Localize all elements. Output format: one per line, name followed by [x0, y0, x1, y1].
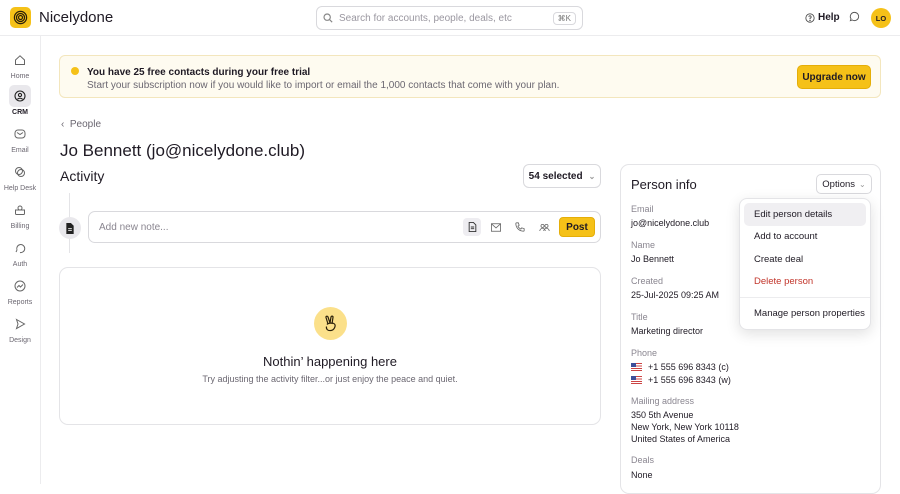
note-input[interactable]: Add new note...: [99, 222, 457, 233]
phone-label: Phone: [631, 348, 658, 358]
menu-manage-properties[interactable]: Manage person properties: [744, 302, 866, 325]
page-title: Jo Bennett (jo@nicelydone.club): [60, 141, 306, 160]
created-label: Created: [631, 276, 664, 286]
home-icon: [9, 49, 31, 71]
filter-value: 54 selected: [528, 170, 583, 182]
empty-text: Try adjusting the activity filter...or j…: [202, 374, 458, 384]
menu-edit-person[interactable]: Edit person details: [744, 203, 866, 226]
phone-value: +1 555 696 8343 (c): [648, 362, 729, 372]
sidebar-item-help-desk[interactable]: Help Desk: [0, 161, 40, 192]
banner-text: Start your subscription now if you would…: [87, 80, 560, 91]
breadcrumb-people[interactable]: ‹ People: [61, 119, 101, 130]
email-label: Email: [631, 204, 654, 214]
chat-icon[interactable]: [849, 11, 860, 25]
crm-icon: [9, 85, 31, 107]
menu-delete-person[interactable]: Delete person: [744, 271, 866, 294]
trial-banner: You have 25 free contacts during your fr…: [59, 55, 881, 98]
deals-label: Deals: [631, 455, 655, 465]
billing-icon: [9, 199, 31, 221]
us-flag-icon: [631, 376, 642, 384]
person-info-title: Person info: [631, 177, 697, 192]
title-label: Title: [631, 312, 648, 322]
note-icon[interactable]: [463, 218, 481, 236]
chevron-down-icon: ⌄: [588, 171, 596, 181]
note-composer: Add new note... Post: [88, 211, 601, 243]
name-label: Name: [631, 240, 656, 250]
address-line-2: New York, New York 10118: [631, 422, 739, 432]
phone-work[interactable]: +1 555 696 8343 (w): [631, 374, 731, 386]
sidebar-label: Help Desk: [3, 185, 37, 192]
email-icon[interactable]: [487, 218, 505, 236]
phone-value: +1 555 696 8343 (w): [648, 375, 731, 385]
meeting-icon[interactable]: [535, 218, 553, 236]
upgrade-button[interactable]: Upgrade now: [797, 65, 871, 89]
phone-cell[interactable]: +1 555 696 8343 (c): [631, 361, 729, 373]
empty-state: Nothin’ happening here Try adjusting the…: [59, 267, 601, 425]
options-button[interactable]: Options ⌄: [816, 174, 872, 194]
us-flag-icon: [631, 363, 642, 371]
deals-value: None: [631, 470, 653, 480]
user-avatar[interactable]: LO: [871, 8, 891, 28]
sidebar-label: Reports: [7, 299, 33, 306]
sidebar-item-billing[interactable]: Billing: [0, 199, 40, 230]
search-shortcut: ⌘K: [552, 11, 576, 25]
options-menu: Edit person details Add to account Creat…: [739, 198, 871, 330]
options-label: Options: [822, 178, 856, 190]
email-icon: [9, 123, 31, 145]
menu-divider: [740, 297, 870, 298]
empty-title: Nothin’ happening here: [263, 354, 397, 369]
peace-hand-icon: [314, 307, 347, 340]
auth-icon: [9, 237, 31, 259]
reports-icon: [9, 275, 31, 297]
design-icon: [9, 313, 31, 335]
banner-title: You have 25 free contacts during your fr…: [87, 67, 311, 78]
breadcrumb-label: People: [69, 119, 102, 130]
brand-name: Nicelydone: [39, 9, 114, 26]
sidebar-label: CRM: [12, 109, 28, 116]
sidebar-item-home[interactable]: Home: [0, 49, 40, 80]
sidebar-item-reports[interactable]: Reports: [0, 275, 40, 306]
sidebar-item-design[interactable]: Design: [0, 313, 40, 344]
search-icon: [323, 13, 333, 23]
sidebar-label: Home: [10, 73, 30, 80]
activity-filter-select[interactable]: 54 selected ⌄: [523, 164, 601, 188]
phone-icon[interactable]: [511, 218, 529, 236]
help-label: Help: [818, 12, 840, 23]
address-line-3: United States of America: [631, 434, 731, 444]
sidebar-label: Email: [11, 147, 29, 154]
created-value: 25-Jul-2025 09:25 AM: [631, 290, 720, 300]
search-placeholder: Search for accounts, people, deals, etc: [339, 12, 512, 24]
sidebar-label: Billing: [10, 223, 30, 230]
sidebar-item-auth[interactable]: Auth: [0, 237, 40, 268]
help-button[interactable]: Help: [805, 12, 840, 23]
note-type-icon: [59, 217, 81, 239]
help-icon: [805, 12, 815, 23]
chevron-down-icon: ⌄: [859, 179, 866, 189]
sidebar-item-crm[interactable]: CRM: [0, 85, 40, 116]
post-button[interactable]: Post: [559, 217, 595, 237]
search-input[interactable]: Search for accounts, people, deals, etc …: [316, 6, 583, 30]
sidebar-label: Auth: [12, 261, 28, 268]
address-label: Mailing address: [631, 396, 695, 406]
info-dot-icon: [71, 67, 79, 75]
menu-create-deal[interactable]: Create deal: [744, 248, 866, 271]
chevron-left-icon: ‹: [61, 119, 70, 130]
title-value: Marketing director: [631, 326, 704, 336]
name-value: Jo Bennett: [631, 254, 675, 264]
logo-icon[interactable]: [10, 7, 31, 28]
menu-add-to-account[interactable]: Add to account: [744, 226, 866, 249]
sidebar-item-email[interactable]: Email: [0, 123, 40, 154]
sidebar-label: Design: [9, 337, 31, 344]
activity-heading: Activity: [60, 168, 105, 184]
email-value[interactable]: jo@nicelydone.club: [631, 217, 709, 229]
address-line-1: 350 5th Avenue: [631, 410, 694, 420]
help-desk-icon: [9, 161, 31, 183]
